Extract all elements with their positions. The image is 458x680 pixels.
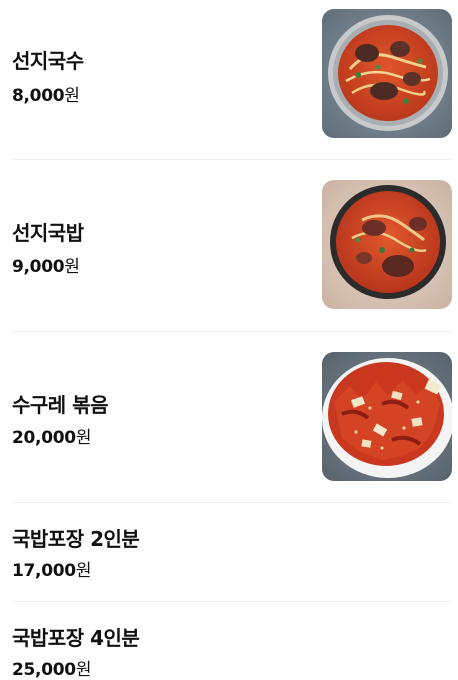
rice-soup-photo	[322, 180, 452, 309]
menu-item[interactable]: 선지국밥 9,000원	[12, 180, 452, 309]
divider	[12, 331, 452, 332]
menu-item[interactable]: 국밥포장 2인분 17,000원	[12, 520, 452, 582]
menu-item-price: 17,000원	[12, 556, 91, 581]
menu-item[interactable]: 국밥포장 4인분 25,000원	[12, 620, 452, 680]
menu-list: 선지국수 8,000원 선지국밥 9,000원 수구레 볶음 20,000원 국…	[0, 0, 458, 680]
price-unit: 원	[64, 86, 80, 106]
menu-item[interactable]: 선지국수 8,000원	[12, 9, 452, 138]
menu-item-name: 선지국수	[12, 49, 84, 73]
price-number: 25,000	[12, 660, 76, 680]
noodle-soup-photo	[322, 9, 452, 138]
divider	[12, 159, 452, 160]
price-unit: 원	[75, 561, 92, 581]
menu-item-photo[interactable]	[322, 352, 452, 481]
stir-fry-photo	[322, 352, 452, 481]
price-number: 17,000	[12, 561, 76, 581]
divider	[12, 502, 452, 503]
menu-item-price: 25,000원	[12, 655, 91, 680]
price-unit: 원	[64, 257, 80, 277]
menu-item-name: 국밥포장 4인분	[12, 626, 140, 650]
price-number: 20,000	[12, 428, 76, 448]
menu-item-price: 9,000원	[12, 252, 80, 277]
price-unit: 원	[75, 428, 92, 448]
menu-item-photo[interactable]	[322, 180, 452, 309]
menu-item-photo[interactable]	[322, 9, 452, 138]
menu-item[interactable]: 수구레 볶음 20,000원	[12, 352, 452, 481]
menu-item-price: 20,000원	[12, 423, 91, 448]
price-unit: 원	[75, 660, 92, 680]
menu-item-name: 수구레 볶음	[12, 393, 108, 417]
menu-item-price: 8,000원	[12, 81, 80, 106]
divider	[12, 601, 452, 602]
menu-item-name: 국밥포장 2인분	[12, 527, 140, 551]
price-number: 9,000	[12, 257, 65, 277]
price-number: 8,000	[12, 86, 65, 106]
menu-item-name: 선지국밥	[12, 221, 84, 245]
